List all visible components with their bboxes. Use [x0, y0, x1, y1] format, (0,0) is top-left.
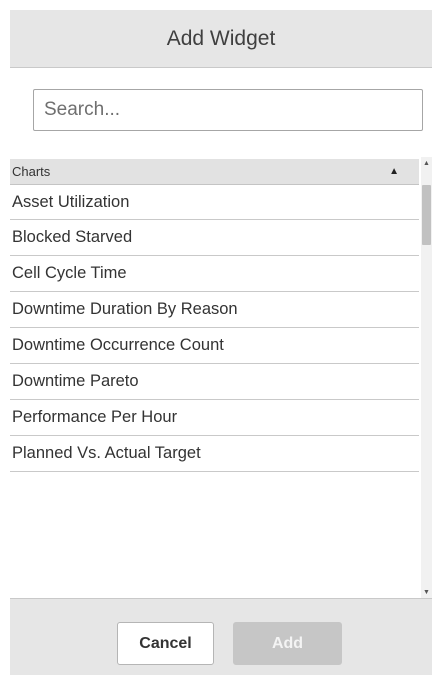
group-label: Charts — [12, 164, 51, 179]
dialog-footer: Cancel Add — [10, 598, 432, 675]
add-button[interactable]: Add — [233, 622, 342, 665]
widget-list-area: Charts ▲ Asset Utilization Blocked Starv… — [10, 147, 432, 598]
list-item[interactable]: Downtime Duration By Reason — [10, 292, 419, 328]
search-input[interactable] — [33, 89, 423, 131]
widget-items: Asset Utilization Blocked Starved Cell C… — [10, 185, 419, 472]
dialog-title: Add Widget — [166, 26, 276, 50]
scroll-down-arrow-icon[interactable]: ▼ — [421, 586, 432, 598]
scroll-thumb[interactable] — [422, 185, 431, 245]
scroll-up-arrow-icon[interactable]: ▲ — [421, 157, 432, 169]
search-container — [33, 89, 423, 131]
vertical-scrollbar[interactable]: ▲ ▼ — [421, 157, 432, 598]
list-item[interactable]: Cell Cycle Time — [10, 256, 419, 292]
list-item[interactable]: Performance Per Hour — [10, 400, 419, 436]
list-item[interactable]: Blocked Starved — [10, 220, 419, 256]
list-item[interactable]: Downtime Occurrence Count — [10, 328, 419, 364]
list-item[interactable]: Downtime Pareto — [10, 364, 419, 400]
dialog-header: Add Widget — [10, 10, 432, 68]
list-item[interactable]: Planned Vs. Actual Target — [10, 436, 419, 472]
widget-list[interactable]: Charts ▲ Asset Utilization Blocked Starv… — [10, 147, 420, 598]
triangle-up-icon: ▲ — [389, 166, 399, 177]
group-header-charts[interactable]: Charts ▲ — [10, 159, 419, 185]
add-widget-dialog: Add Widget Charts ▲ Asset Utilization Bl… — [10, 10, 432, 675]
list-item[interactable]: Asset Utilization — [10, 185, 419, 220]
cancel-button[interactable]: Cancel — [117, 622, 214, 665]
